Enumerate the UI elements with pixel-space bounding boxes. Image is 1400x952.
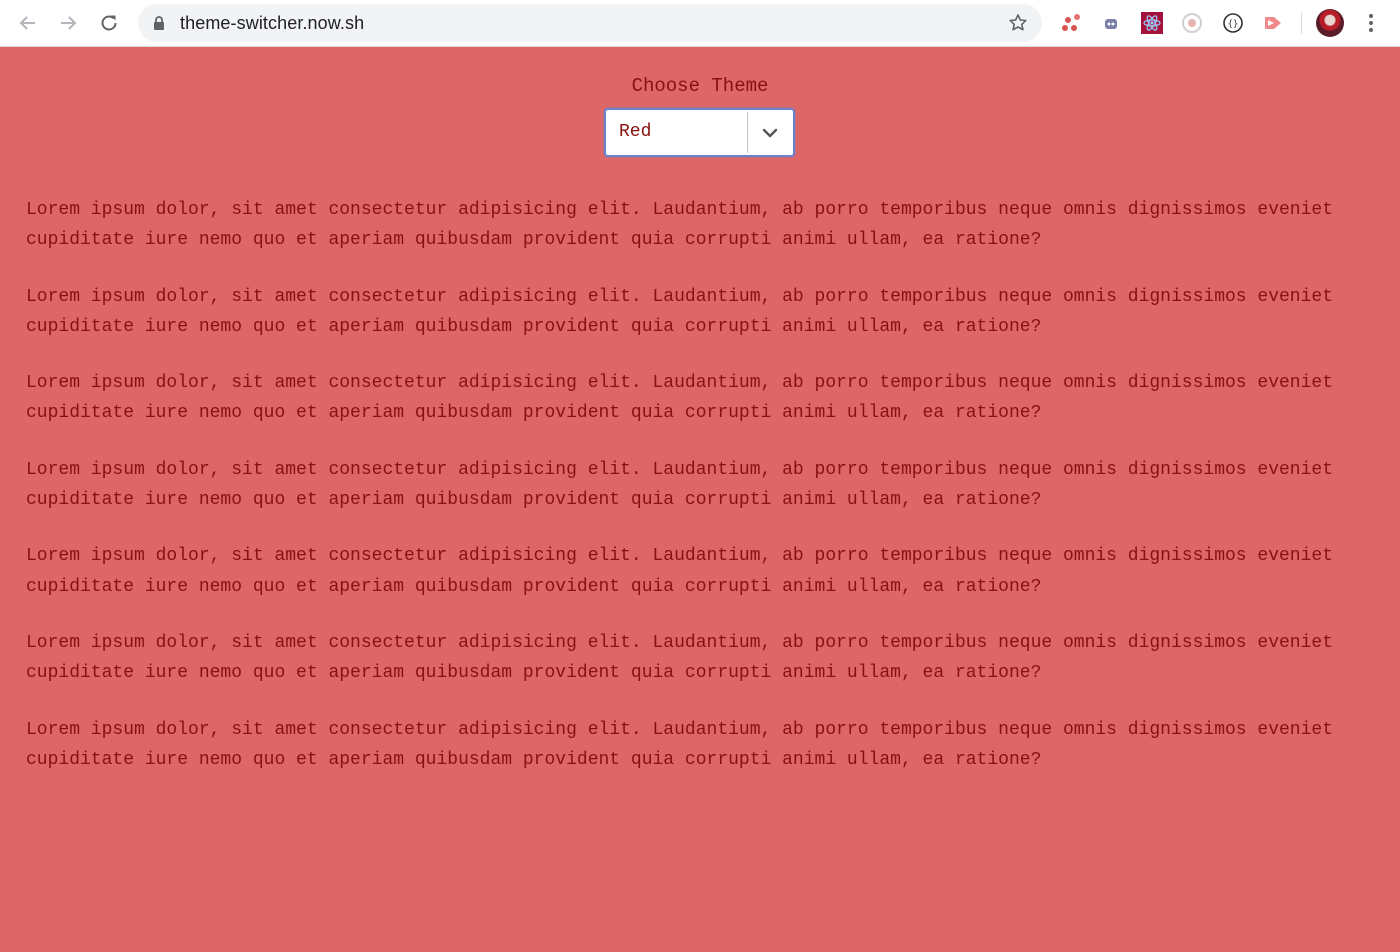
lorem-content: Lorem ipsum dolor, sit amet consectetur … — [26, 195, 1346, 801]
paragraph: Lorem ipsum dolor, sit amet consectetur … — [26, 373, 1334, 424]
bot-icon — [1105, 19, 1117, 29]
select-divider — [747, 112, 748, 153]
choose-theme-label: Choose Theme — [631, 75, 769, 97]
reload-button[interactable] — [97, 11, 121, 35]
paragraph: Lorem ipsum dolor, sit amet consectetur … — [26, 546, 1334, 597]
more-menu-icon[interactable] — [1362, 11, 1380, 35]
graph-icon — [1062, 14, 1080, 31]
record-icon — [1182, 13, 1202, 33]
address-bar[interactable]: theme-switcher.now.sh — [138, 4, 1042, 42]
bot-extension-icon[interactable] — [1099, 11, 1123, 35]
page-content: Choose Theme Red Lorem ipsum dolor, sit … — [0, 47, 1400, 952]
react-devtools-icon[interactable] — [1140, 11, 1164, 35]
paragraph: Lorem ipsum dolor, sit amet consectetur … — [26, 200, 1334, 251]
chevron-down-icon[interactable] — [758, 123, 782, 143]
paragraph: Lorem ipsum dolor, sit amet consectetur … — [26, 459, 1334, 511]
url-text: theme-switcher.now.sh — [180, 13, 365, 33]
browser-toolbar: theme-switcher.now.sh {} — [0, 0, 1400, 47]
bookmark-star-icon[interactable] — [1008, 13, 1028, 33]
graph-extension-icon[interactable] — [1059, 11, 1083, 35]
back-button[interactable] — [16, 11, 40, 35]
theme-select[interactable]: Red — [604, 108, 795, 157]
forward-button[interactable] — [56, 11, 80, 35]
toolbar-separator — [1301, 12, 1302, 34]
paragraph: Lorem ipsum dolor, sit amet consectetur … — [26, 632, 1334, 684]
paragraph: Lorem ipsum dolor, sit amet consectetur … — [26, 719, 1334, 770]
reload-icon — [101, 15, 117, 31]
json-extension-icon[interactable]: {} — [1221, 11, 1245, 35]
react-icon — [1141, 12, 1163, 34]
play-extension-icon[interactable] — [1261, 11, 1285, 35]
paragraph: Lorem ipsum dolor, sit amet consectetur … — [26, 286, 1334, 337]
svg-text:{}: {} — [1228, 20, 1239, 30]
back-arrow-icon — [19, 16, 35, 30]
forward-arrow-icon — [61, 16, 77, 30]
record-extension-icon[interactable] — [1180, 11, 1204, 35]
lock-icon — [154, 16, 164, 30]
theme-select-value: Red — [619, 122, 652, 142]
play-icon — [1265, 17, 1281, 29]
json-icon: {} — [1223, 13, 1243, 33]
profile-avatar[interactable] — [1316, 9, 1344, 37]
